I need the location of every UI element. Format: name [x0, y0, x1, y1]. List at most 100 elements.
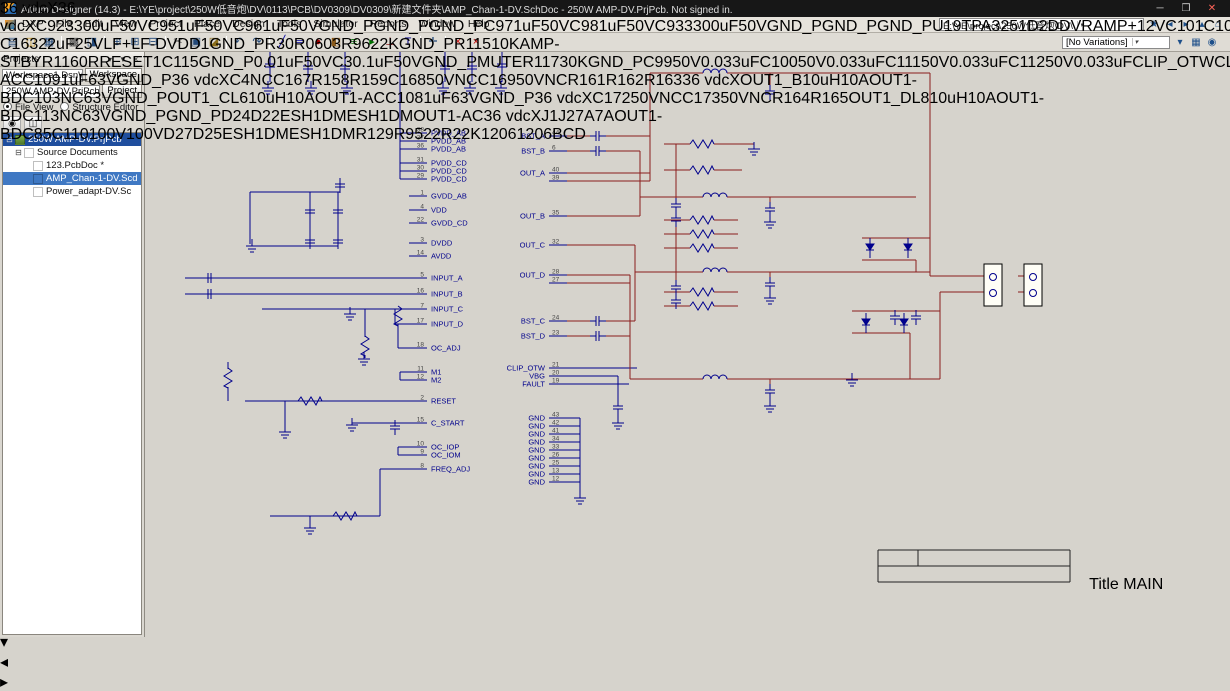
sch-text-10a[interactable]: 10A [841, 72, 869, 89]
sch-text-j1[interactable]: J1 [541, 108, 558, 125]
sch-text-c109[interactable]: C109 [22, 72, 60, 89]
sch-text-50v[interactable]: 50V [205, 18, 233, 35]
sch-text-1uf[interactable]: 1uF [513, 18, 541, 35]
sch-text-22r[interactable]: 22R [423, 126, 452, 143]
sch-text-esh1dm[interactable]: ESH1DM [347, 108, 414, 125]
sch-text-j2[interactable]: J2 [558, 108, 575, 125]
sch-text-50v[interactable]: 50V [516, 72, 544, 89]
sch-text-c108[interactable]: C108 [385, 90, 423, 107]
sch-text-50v[interactable]: 50V [798, 54, 826, 71]
sch-text-gnd-p[interactable]: GND_P [767, 18, 822, 35]
sch-text-c103[interactable]: C103 [22, 90, 60, 107]
sch-text-out1-c[interactable]: OUT1_C [167, 90, 230, 107]
sch-text-r117[interactable]: R117 [522, 54, 559, 71]
sch-text-out1-d[interactable]: OUT1_D [848, 90, 911, 107]
sch-text-r116[interactable]: R116 [42, 54, 79, 71]
sch-text-nc[interactable]: NC [60, 90, 83, 107]
schematic-canvas[interactable]: 38PVDD_AB37PVDD_AB36PVDD_AB31PVDD_CD30PV… [0, 20, 1230, 691]
sch-text-c163[interactable]: C163 [0, 36, 38, 53]
sch-text-1206[interactable]: 1206 [481, 126, 517, 143]
sch-text-gnd-p[interactable]: GND_P [374, 18, 429, 35]
highlight-label-clip-otw[interactable]: CLIP_OTW [1214, 54, 1230, 71]
sch-text-gnd-p[interactable]: GND_P [877, 18, 932, 35]
net-flag-36-vdcx[interactable]: 36 vdcX [682, 72, 740, 89]
sch-text-50v[interactable]: 50V [426, 72, 454, 89]
sch-text-r158[interactable]: R158 [311, 72, 349, 89]
sch-text-gnd-p[interactable]: GND_P [209, 36, 264, 53]
sch-text-63v[interactable]: 63V [84, 90, 112, 107]
sch-text-c93[interactable]: C93 [655, 18, 684, 35]
sch-text-u19[interactable]: U19 [932, 18, 961, 35]
sch-text-r129[interactable]: R129 [356, 126, 394, 143]
sch-text-r96[interactable]: R96 [341, 36, 370, 53]
sch-text-50v[interactable]: 50V [393, 54, 421, 71]
sch-text-7a[interactable]: 7A [595, 108, 615, 125]
sch-text-10a[interactable]: 10A [286, 90, 314, 107]
sch-text-gnd-p[interactable]: GND_P [199, 54, 254, 71]
sch-text-out1-b[interactable]: OUT1_B [740, 72, 802, 89]
sch-text-r95[interactable]: R95 [394, 126, 423, 143]
sch-text-nc[interactable]: NC [659, 90, 682, 107]
sch-text-c101[interactable]: C101 [1165, 18, 1203, 35]
sch-text-nc[interactable]: NC [455, 72, 478, 89]
sch-text-d27[interactable]: D27 [163, 126, 192, 143]
sch-text-1206[interactable]: 1206 [517, 126, 553, 143]
sch-text-gnd-p[interactable]: GND_P [422, 54, 477, 71]
sch-text-d22[interactable]: D22 [250, 108, 279, 125]
sch-text-0-033uf[interactable]: 0.033uF [949, 54, 1008, 71]
sch-text-out1-ac[interactable]: OUT1-AC [413, 108, 483, 125]
sch-text-50v[interactable]: 50V [304, 54, 332, 71]
sch-text-c168[interactable]: C168 [388, 72, 426, 89]
sch-text-50v[interactable]: 50V [631, 90, 659, 107]
sch-text-d24[interactable]: D24 [221, 108, 250, 125]
sch-text-c169[interactable]: C169 [478, 72, 516, 89]
sch-text-nc[interactable]: NC [250, 72, 273, 89]
sch-text-clip-otw[interactable]: CLIP_OTW [1132, 54, 1214, 71]
sch-text-esh1dm[interactable]: ESH1DM [222, 126, 289, 143]
sch-text-c96[interactable]: C96 [233, 18, 262, 35]
sch-text-gnd-p[interactable]: GND_P [479, 90, 534, 107]
sch-text-nc[interactable]: NC [544, 72, 567, 89]
sch-text-0-01uf[interactable]: 0.01uF [254, 54, 304, 71]
sch-text-c4[interactable]: C4 [229, 72, 249, 89]
sch-text-0-033uf[interactable]: 0.033uF [1074, 54, 1133, 71]
sch-text-l8[interactable]: L8 [912, 90, 930, 107]
sch-text-7a[interactable]: 7A [575, 108, 595, 125]
sch-text-1uf[interactable]: 1uF [177, 18, 205, 35]
sch-text-c112[interactable]: C112 [1008, 54, 1045, 71]
sch-text-100v[interactable]: 100V [89, 126, 126, 143]
sch-text-r165[interactable]: R165 [810, 90, 848, 107]
net-flag-36-vdcx[interactable]: 36 vdcX [172, 72, 230, 89]
sch-text-50v[interactable]: 50V [738, 18, 766, 35]
sch-text-0r[interactable]: 0R [285, 36, 305, 53]
sch-text-r162[interactable]: R162 [606, 72, 644, 89]
sch-text-r159[interactable]: R159 [350, 72, 388, 89]
sch-text-0-033uf[interactable]: 0.033uF [701, 54, 760, 71]
sch-text-100v[interactable]: 100V [126, 126, 163, 143]
sch-text-c85[interactable]: C85 [22, 126, 51, 143]
sch-text-gnd-p[interactable]: GND_P [822, 18, 877, 35]
sch-text-63v[interactable]: 63V [82, 108, 110, 125]
sch-text-nc[interactable]: NC [749, 90, 772, 107]
sch-text-gnd-p[interactable]: GND_P [166, 108, 221, 125]
sch-text-amp+12v[interactable]: AMP+12V [1093, 18, 1165, 35]
sch-text-c173[interactable]: C173 [682, 90, 720, 107]
sch-text-gnd-p[interactable]: GND_P [111, 108, 166, 125]
sch-text-0-033uf[interactable]: 0.033uF [826, 54, 885, 71]
sch-text-1uf[interactable]: 1uF [262, 18, 290, 35]
sch-text-c102[interactable]: C102 [1204, 18, 1230, 35]
sch-text-gnd-p[interactable]: GND_P [117, 72, 172, 89]
sch-text-63v[interactable]: 63V [451, 90, 479, 107]
sch-text-10uh[interactable]: 10uH [929, 90, 967, 107]
sch-text-reset1[interactable]: RESET1 [99, 54, 161, 71]
sch-text-c113[interactable]: C113 [22, 108, 59, 125]
sch-text-1uf[interactable]: 1uF [423, 90, 451, 107]
sch-text-r163[interactable]: R163 [644, 72, 682, 89]
sch-text-1uf[interactable]: 1uF [60, 72, 88, 89]
sch-text-d25[interactable]: D25 [193, 126, 222, 143]
sch-text-c95[interactable]: C95 [148, 18, 177, 35]
sch-text-c111[interactable]: C111 [885, 54, 921, 71]
sch-text-50v[interactable]: 50V [626, 18, 654, 35]
sch-text-50v[interactable]: 50V [720, 90, 748, 107]
sch-text-l6[interactable]: L6 [230, 90, 248, 107]
